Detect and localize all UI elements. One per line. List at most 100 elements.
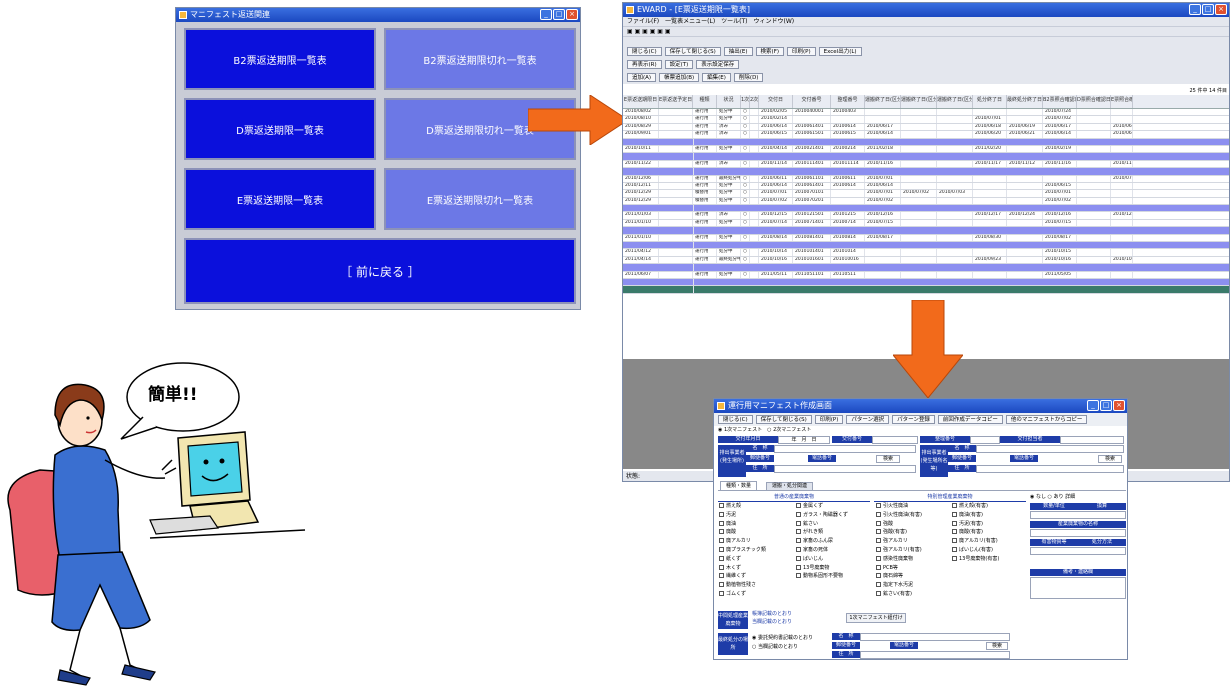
group-row[interactable]: 5 [623,168,1229,176]
checkbox-icon[interactable] [796,529,801,535]
checkbox-icon[interactable] [876,582,881,588]
table-row[interactable]: 2010/12/29 積替用 処分中 ○ 2010/07/02 2010070201 201… [623,197,1229,206]
table-row[interactable]: 2010/12/11 運行用 処分中 ○ 2010/06/14 2010061401 201… [623,182,1229,191]
table-row[interactable]: 2011/01/10 運行用 処分中 ○ 2010/08/14 2010081401 201… [623,234,1229,243]
btn_row1-button-1[interactable]: 保存して閉じる(S) [664,47,721,56]
waste-checkbox-item[interactable]: 廃石綿等 [876,573,903,580]
checkbox-icon[interactable] [796,511,801,517]
close-icon[interactable]: × [1113,400,1125,411]
radio-primary[interactable]: 1次マニフェスト [724,427,762,433]
e-deadline-list-button[interactable]: E票返送期限一覧表 [184,168,376,230]
waste-checkbox-item[interactable]: 汚泥 [719,511,736,519]
checkbox-icon[interactable] [719,511,724,517]
checkbox-icon[interactable] [876,564,881,570]
b2-overdue-list-button[interactable]: B2票返送期限切れ一覧表 [384,28,576,90]
checkbox-icon[interactable] [876,538,881,544]
radio-none[interactable]: なし [1036,494,1046,500]
btn_row2-button-2[interactable]: 表示設定保存 [696,60,740,69]
waste-checkbox-item[interactable]: ゴムくず [719,591,746,598]
table-row[interactable]: 2010/08/10 運行用 処分中 ○ 2010/02/14 2010/07/01 201… [623,116,1229,124]
checkbox-icon[interactable] [876,511,881,517]
btn_row3-button-3[interactable]: 削除(D) [733,73,764,82]
checkbox-icon[interactable] [719,503,724,508]
waste-checkbox-item[interactable]: 鉱さい [796,520,818,528]
waste-checkbox-item[interactable]: 動物系固形不要物 [796,573,843,580]
search-button[interactable]: 検索 [876,455,900,463]
checkbox-icon[interactable] [876,503,881,508]
waste-checkbox-item[interactable]: 廃油 [719,520,736,528]
checkbox-icon[interactable] [719,582,724,588]
checkbox-icon[interactable] [952,511,957,517]
waste-checkbox-item[interactable]: ばいじん(有害) [952,547,993,554]
waste-checkbox-item[interactable]: 家畜の死体 [796,547,828,554]
group-row[interactable]: 4 [623,138,1229,146]
checkbox-icon[interactable] [796,573,801,579]
quantity-field[interactable] [1030,511,1126,519]
table-row[interactable]: 2011/04/12 運行用 処分中 ○ 2010/10/14 2010101401 201… [623,249,1229,257]
waste-checkbox-item[interactable]: 燃え殻 [719,503,741,510]
table-row[interactable]: 2010/08/29 運行用 済み ○ 2010/06/14 2010061401 2010… [623,123,1229,132]
table-row[interactable]: 2010/12/06 運行用 最終処分中 ○ 2010/06/11 2010061101 2… [623,175,1229,183]
waste-checkbox-item[interactable]: 引火性廃油(有害) [876,511,922,519]
checkbox-icon[interactable] [719,591,724,596]
group-row[interactable]: 2 [623,227,1229,235]
waste-name-field[interactable] [1030,529,1126,537]
group-row[interactable]: 1 [623,153,1229,161]
checkbox-icon[interactable] [719,520,724,526]
btn_row3-button-2[interactable]: 編集(E) [702,73,731,82]
group-row[interactable]: 16 [623,286,1229,294]
form-toolbar-button-0[interactable]: 閉じる(C) [718,415,753,424]
group-row[interactable]: 2 [623,264,1229,272]
minimize-icon[interactable]: _ [1189,4,1201,15]
waste-checkbox-item[interactable]: 金属くず [796,503,823,510]
checkbox-icon[interactable] [719,564,724,570]
close-icon[interactable]: × [1215,4,1227,15]
checkbox-icon[interactable] [876,547,881,552]
btn_row1-button-4[interactable]: 印刷(P) [787,47,816,56]
maximize-icon[interactable]: □ [1100,400,1112,411]
search-button-2[interactable]: 検索 [1098,455,1122,463]
checkbox-icon[interactable] [719,555,724,561]
table-row[interactable]: 2011/06/07 運行用 処分中 ○ 2011/05/11 2011051101 201… [623,271,1229,279]
form-toolbar-button-6[interactable]: 他のマニフェストからコピー [1005,415,1088,424]
waste-checkbox-item[interactable]: 廃酸 [719,529,736,536]
waste-checkbox-item[interactable]: 感染性廃棄物 [876,555,913,563]
back-button[interactable]: ［ 前に戻る ］ [184,238,576,304]
d-deadline-list-button[interactable]: D票返送期限一覧表 [184,98,376,160]
checkbox-icon[interactable] [796,547,801,552]
checkbox-icon[interactable] [796,503,801,508]
waste-checkbox-item[interactable]: 廃酸(有害) [952,529,983,536]
waste-checkbox-item[interactable]: 木くず [719,564,741,572]
ref-no-field[interactable] [970,436,1000,444]
waste-checkbox-item[interactable]: 廃プラスチック類 [719,547,766,554]
menubar[interactable]: ファイル(F) 一覧表メニュー(L) ツール(T) ウィンドウ(W) [623,17,1229,27]
address-field[interactable] [774,465,916,473]
table-row[interactable]: 2011/01/10 運行用 処分中 ○ 2010/07/14 2010071401 201… [623,219,1229,228]
checkbox-icon[interactable] [876,520,881,526]
hazard-radio[interactable]: ◉ なし ○ あり 詳細 [1030,494,1075,501]
checkbox-icon[interactable] [719,573,724,579]
waste-checkbox-item[interactable]: ばいじん [796,555,823,563]
table-row[interactable]: 2010/08/02 運行用 処分中 ○ 2010/02/05 2010040001 201… [623,109,1229,117]
btn_row1-button-5[interactable]: Excel出力(L) [818,47,862,56]
btn_row2-button-0[interactable]: 再表示(R) [627,60,662,69]
checkbox-icon[interactable] [876,573,881,579]
waste-checkbox-item[interactable]: PCB等 [876,564,898,572]
issue-no-field[interactable] [872,436,918,444]
btn_row1-button-3[interactable]: 検索(F) [755,47,785,56]
form-toolbar-button-4[interactable]: パターン登録 [892,415,935,424]
waste-checkbox-item[interactable]: 廃アルカリ [719,538,751,545]
mid-option-2[interactable]: 当欄記載のとおり [752,619,792,626]
final-name-field[interactable] [860,633,1010,641]
final-option-1[interactable]: ◉ 委託契約書記載のとおり [752,635,813,642]
manifest-type-radio[interactable]: ◉ 1次マニフェスト ○ 2次マニフェスト [718,427,811,434]
checkbox-icon[interactable] [796,538,801,544]
waste-checkbox-item[interactable]: 指定下水汚泥 [876,582,913,589]
waste-checkbox-item[interactable]: 廃アルカリ(有害) [952,538,998,545]
b2-deadline-list-button[interactable]: B2票返送期限一覧表 [184,28,376,90]
waste-checkbox-item[interactable]: がれき類 [796,529,823,536]
waste-checkbox-item[interactable]: 強アルカリ(有害) [876,547,922,554]
final-option-2[interactable]: ○ 当欄記載のとおり [752,644,798,651]
checkbox-icon[interactable] [719,529,724,535]
group-row[interactable]: 1 [623,278,1229,287]
